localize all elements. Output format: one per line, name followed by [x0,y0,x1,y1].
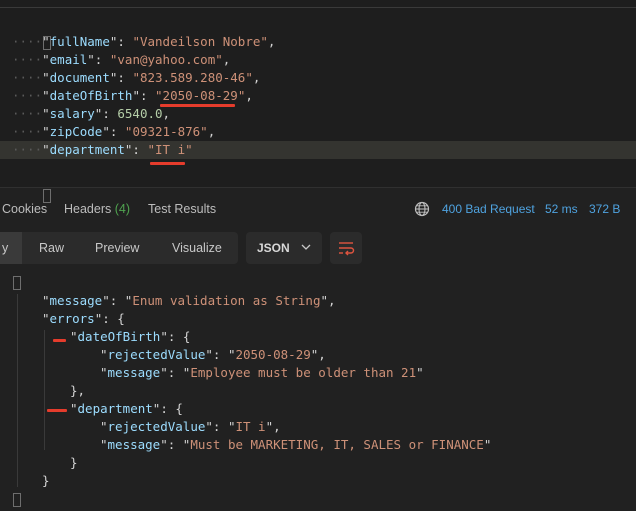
indent-guide [17,294,18,487]
format-raw-button[interactable]: Raw [39,232,64,264]
indent-whitespace: ···· [12,34,43,49]
format-pretty-button[interactable]: y [0,232,22,264]
json-key: department [77,401,153,416]
editor-line-document: ····"document": "823.589.280-46", [12,70,261,85]
json-value: 6540.0 [117,106,163,121]
json-key: dateOfBirth [77,329,161,344]
response-line-errors: "errors": { [42,311,125,326]
tab-test-results-label: Test Results [148,202,217,216]
tab-headers[interactable]: Headers (4) [64,194,130,224]
annotation-dash-dateofbirth [53,339,66,342]
response-line-rejected-value: "rejectedValue": "2050-08-29", [100,347,326,362]
globe-icon[interactable] [414,201,430,217]
format-json-select[interactable]: JSON [246,232,322,264]
json-key: email [49,52,88,67]
format-visualize-button[interactable]: Visualize [172,232,222,264]
json-string: Must be MARKETING, IT, SALES or FINANCE [190,437,484,452]
wrap-lines-button[interactable] [330,232,362,264]
indent-whitespace: ···· [12,142,43,157]
fold-marker-icon[interactable] [13,493,21,507]
response-format-toolbar: y Raw Preview Visualize JSON [0,232,636,266]
response-line-close: }, [70,383,86,398]
response-line-error-message: "message": "Employee must be older than … [100,365,424,380]
editor-top-border [0,7,636,8]
json-string: Employee must be older than 21 [190,365,417,380]
json-key: dateOfBirth [49,88,133,103]
indent-whitespace: ···· [12,52,43,67]
json-value: 823.589.280-46 [139,70,246,85]
format-json-label: JSON [257,241,290,255]
json-key: rejectedValue [107,347,206,362]
annotation-dash-department [47,409,67,412]
json-key: zipCode [49,124,103,139]
fold-marker-icon[interactable] [13,276,21,290]
json-key: document [49,70,110,85]
format-mode-group: y Raw Preview Visualize [0,232,238,264]
json-value: IT i [155,142,186,157]
editor-line-email: ····"email": "van@yahoo.com", [12,52,231,67]
indent-whitespace: ···· [12,124,43,139]
format-preview-button[interactable]: Preview [95,232,139,264]
json-key: salary [49,106,95,121]
tab-cookies-label: Cookies [2,202,48,216]
response-size[interactable]: 372 B [589,194,620,224]
editor-line-close-brace [0,168,636,203]
json-key: message [107,437,161,452]
response-line-error-message: "message": "Must be MARKETING, IT, SALES… [100,437,492,452]
indent-whitespace: ···· [12,70,43,85]
tab-test-results[interactable]: Test Results [148,194,216,224]
response-line-error-field: "dateOfBirth": { [70,329,191,344]
status-code-label: 400 Bad Request [442,202,535,216]
format-pretty-label: y [2,241,9,255]
response-body-viewer[interactable]: "message": "Enum validation as String", … [0,268,636,511]
json-key: rejectedValue [107,419,206,434]
wrap-lines-icon [339,242,355,256]
json-value: Vandeilson Nobre [139,34,261,49]
indent-whitespace: ···· [12,88,43,103]
tab-headers-count: (4) [114,202,131,216]
json-key: message [107,365,161,380]
tab-cookies[interactable]: Cookies [2,194,47,224]
json-key: errors [49,311,95,326]
editor-line-dateofbirth: ····"dateOfBirth": "2050-08-29", [12,88,253,103]
response-time-label: 52 ms [545,202,578,216]
editor-line-zipcode: ····"zipCode": "09321-876", [12,124,216,139]
json-value: 09321-876 [132,124,201,139]
json-string: Enum validation as String [132,293,321,308]
response-line-close: } [70,455,78,470]
request-body-editor[interactable]: ····"fullName": "Vandeilson Nobre", ····"… [0,0,636,203]
json-value: 2050-08-29 [162,88,238,103]
editor-line-salary: ····"salary": 6540.0, [12,106,171,121]
json-key: department [49,142,125,157]
json-string: 2050-08-29 [235,347,311,362]
response-line-rejected-value: "rejectedValue": "IT i", [100,419,281,434]
response-line-close: } [42,473,50,488]
json-key: message [49,293,103,308]
status-code[interactable]: 400 Bad Request [442,194,535,224]
json-key: fullName [49,34,110,49]
response-line-message: "message": "Enum validation as String", [42,293,336,308]
json-value: van@yahoo.com [117,52,216,67]
annotation-underline-dateofbirth [160,104,235,107]
indent-guide [44,330,45,450]
response-time[interactable]: 52 ms [545,194,578,224]
editor-line-fullname: ····"fullName": "Vandeilson Nobre", [12,34,276,49]
indent-whitespace: ···· [12,106,43,121]
tab-headers-label: Headers [64,202,112,216]
editor-line-open-brace [0,15,636,50]
format-preview-label: Preview [95,241,140,255]
format-raw-label: Raw [39,241,65,255]
response-line-error-field: "department": { [70,401,183,416]
json-string: IT i [235,419,266,434]
response-tabs-bar: Cookies Headers (4) Test Results 400 Bad… [0,194,636,224]
annotation-underline-department [150,162,185,165]
format-visualize-label: Visualize [172,241,222,255]
response-size-label: 372 B [589,202,621,216]
editor-line-department: ····"department": "IT i" [0,141,636,159]
